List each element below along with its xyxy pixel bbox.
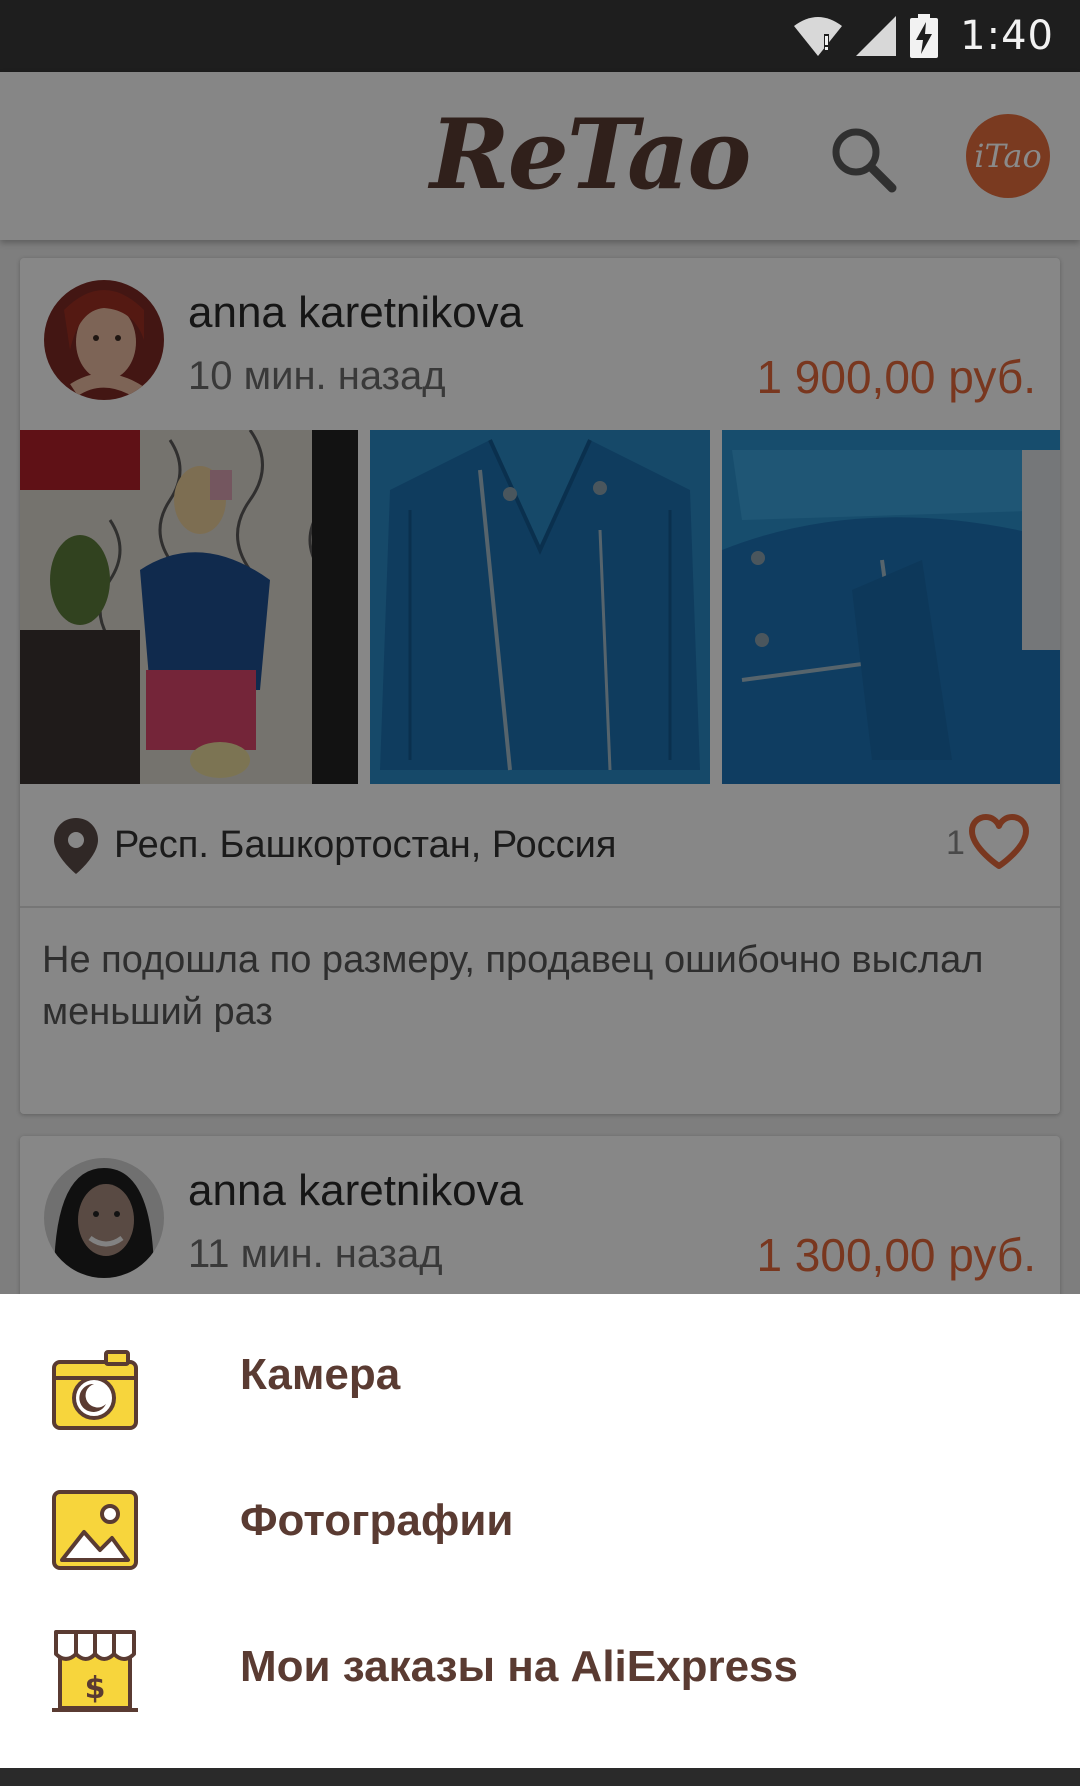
sheet-item-camera[interactable]: Камера bbox=[0, 1294, 1080, 1438]
sheet-item-label: Фотографии bbox=[240, 1496, 514, 1545]
svg-text:$: $ bbox=[85, 1671, 106, 1706]
status-time: 1:40 bbox=[960, 13, 1054, 59]
wifi-icon bbox=[794, 17, 843, 56]
navigation-bar-edge bbox=[0, 1768, 1080, 1786]
image-icon bbox=[52, 1490, 138, 1570]
signal-icon bbox=[856, 16, 897, 56]
bottom-sheet: Камера Фотографии $ Мои заказы на AliExp… bbox=[0, 1294, 1080, 1768]
sheet-item-label: Мои заказы на AliExpress bbox=[240, 1642, 798, 1691]
sheet-item-aliexpress-orders[interactable]: $ Мои заказы на AliExpress bbox=[0, 1582, 1080, 1726]
sheet-item-label: Камера bbox=[240, 1350, 401, 1399]
status-bar: 1:40 bbox=[0, 0, 1080, 72]
sheet-item-photos[interactable]: Фотографии bbox=[0, 1438, 1080, 1582]
camera-icon bbox=[52, 1350, 138, 1430]
store-icon: $ bbox=[52, 1630, 138, 1712]
battery-charging-icon bbox=[910, 14, 939, 58]
